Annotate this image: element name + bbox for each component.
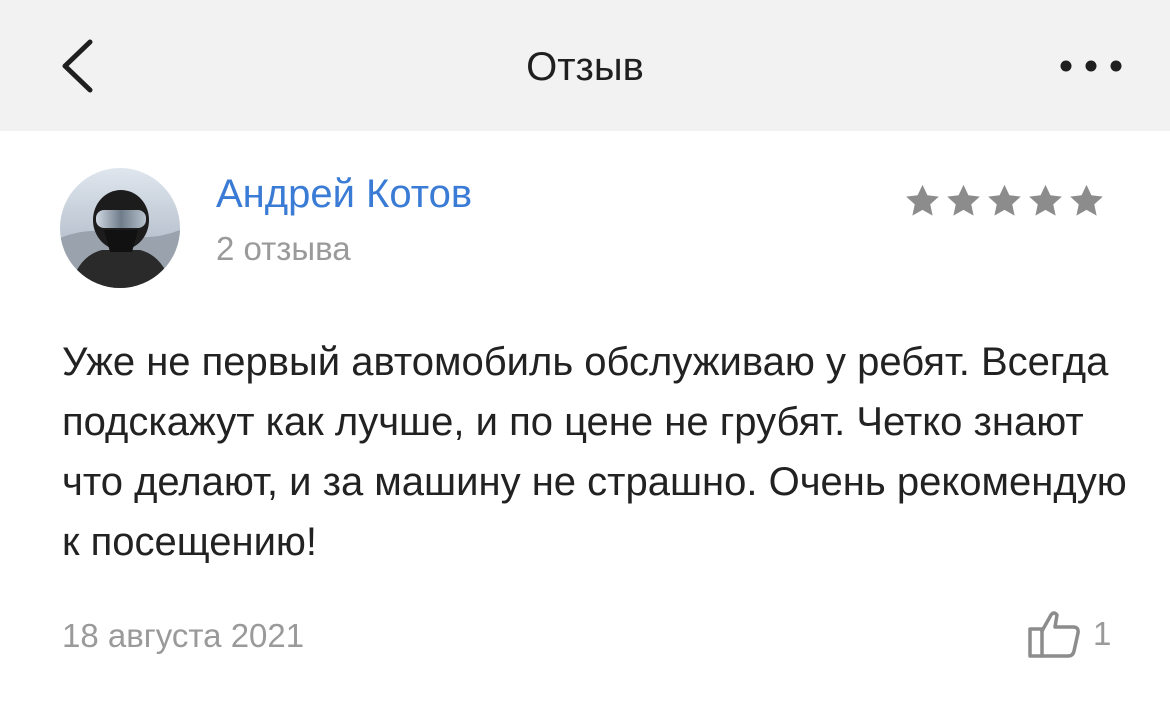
more-horizontal-icon [1060,60,1122,72]
page-title: Отзыв [526,45,644,89]
back-button[interactable] [50,30,110,100]
star-icon [947,184,980,216]
star-icon [1070,184,1103,216]
like-button[interactable]: 1 [1027,606,1111,662]
author-name-link[interactable]: Андрей Котов [216,172,472,217]
star-icon [1029,184,1062,216]
top-bar: Отзыв [0,0,1170,131]
author-review-count: 2 отзыва [216,230,351,267]
thumbs-up-icon [1028,611,1080,658]
rating-stars [903,182,1106,222]
like-count: 1 [1093,615,1112,652]
review-date: 18 августа 2021 [62,617,305,654]
more-button[interactable] [1052,42,1132,90]
review-text: Уже не первый автомобиль обслуживаю у ре… [62,340,1127,564]
avatar[interactable] [60,168,180,288]
star-icon [988,184,1021,216]
avatar-photo [60,168,180,288]
star-icon [906,184,939,216]
chevron-left-icon [62,39,93,93]
